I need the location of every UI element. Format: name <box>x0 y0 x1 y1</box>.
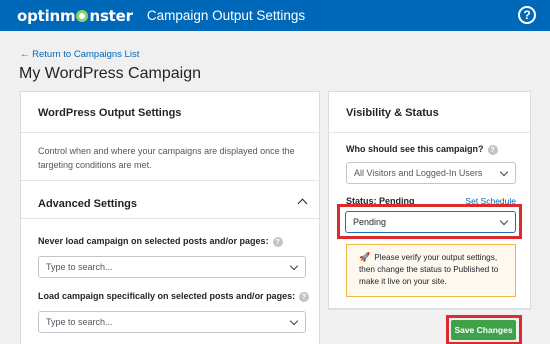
output-settings-description: Control when and where your campaigns ar… <box>38 146 295 170</box>
panel-divider <box>329 132 530 133</box>
visibility-status-title: Visibility & Status <box>346 107 439 119</box>
page-title: My WordPress Campaign <box>19 65 201 82</box>
return-to-campaigns-link[interactable]: ← Return to Campaigns List <box>20 49 139 60</box>
top-bar-title: Campaign Output Settings <box>146 8 306 23</box>
collapse-chevron-icon[interactable] <box>297 198 308 209</box>
chevron-down-icon <box>499 216 509 226</box>
chevron-down-icon <box>499 167 509 177</box>
load-specific-label: Load campaign specifically on selected p… <box>38 291 310 302</box>
audience-select[interactable]: All Visitors and Logged-In Users <box>346 162 516 184</box>
question-icon[interactable]: ? <box>272 237 283 247</box>
who-should-see-label: Who should see this campaign?? <box>346 144 498 155</box>
status-select[interactable]: Pending <box>345 211 516 233</box>
output-settings-title: WordPress Output Settings <box>38 107 182 119</box>
help-icon[interactable]: ? <box>518 6 536 24</box>
save-changes-button[interactable]: Save Changes <box>451 320 516 340</box>
load-specific-search-input[interactable]: Type to search... <box>38 311 306 333</box>
optinmonster-logo[interactable]: optinm nster <box>17 7 133 25</box>
panel-footer-divider <box>328 309 531 310</box>
panel-divider <box>21 132 319 133</box>
never-load-search-input[interactable]: Type to search... <box>38 256 306 278</box>
wordpress-output-settings-panel: WordPress Output Settings Control when a… <box>20 91 320 344</box>
never-load-label: Never load campaign on selected posts an… <box>38 236 283 247</box>
rocket-icon: 🚀 <box>359 252 371 262</box>
question-icon[interactable]: ? <box>487 145 498 155</box>
chevron-down-icon <box>289 316 299 326</box>
chevron-down-icon <box>289 261 299 271</box>
status-notice: 🚀 Please verify your output settings, the… <box>346 244 516 297</box>
monster-logo-icon <box>76 9 89 22</box>
question-icon[interactable]: ? <box>299 292 310 302</box>
panel-divider <box>21 180 319 181</box>
advanced-settings-title[interactable]: Advanced Settings <box>38 198 137 210</box>
panel-divider <box>21 218 319 219</box>
top-bar: optinm nster Campaign Output Settings ? <box>0 0 550 31</box>
